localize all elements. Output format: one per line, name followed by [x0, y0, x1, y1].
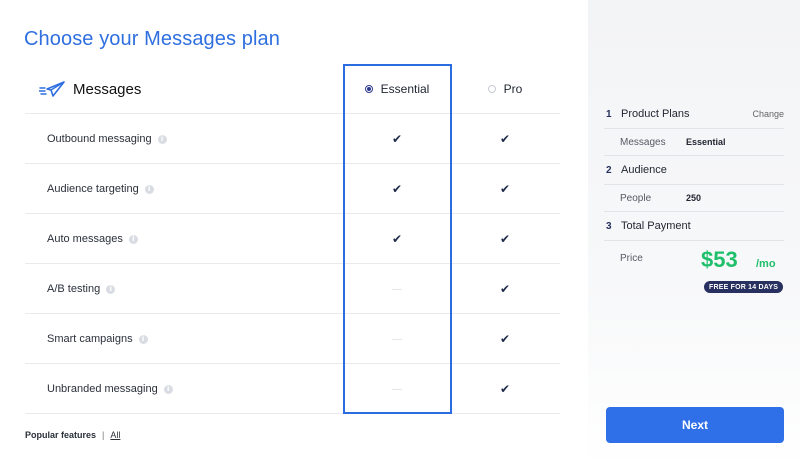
feature-row: A/B testing i — ✔ — [25, 264, 560, 314]
summary-detail-row: Messages Essential — [604, 128, 784, 156]
popular-features-filter[interactable]: Popular features — [25, 430, 96, 440]
checkmark-icon: ✔ — [499, 182, 511, 196]
step-total-payment: 3 Total Payment — [588, 212, 800, 240]
info-icon[interactable]: i — [138, 334, 148, 344]
detail-value: 250 — [686, 193, 702, 203]
plan-selection-panel: Choose your Messages plan Messages Essen… — [0, 0, 588, 468]
checkmark-icon: ✔ — [499, 282, 511, 296]
essential-cell: — — [343, 364, 451, 414]
step-title: Audience — [621, 164, 667, 176]
filter-separator: | — [102, 430, 105, 440]
feature-row: Audience targeting i ✔ ✔ — [25, 164, 560, 214]
feature-name: Unbranded messaging — [47, 383, 158, 395]
essential-cell: — — [343, 314, 451, 364]
product-heading: Messages — [39, 64, 141, 114]
feature-label: Outbound messaging i — [47, 114, 167, 164]
pro-label: Pro — [503, 82, 523, 96]
feature-name: Outbound messaging — [47, 133, 152, 145]
feature-row: Outbound messaging i ✔ ✔ — [25, 114, 560, 164]
pro-cell: ✔ — [455, 164, 555, 214]
feature-name: Auto messages — [47, 233, 123, 245]
feature-name: Smart campaigns — [47, 333, 133, 345]
order-summary-sidebar: 1 Product Plans Change Messages Essentia… — [588, 0, 800, 468]
dash-icon: — — [392, 333, 402, 345]
feature-row: Auto messages i ✔ ✔ — [25, 214, 560, 264]
change-link[interactable]: Change — [752, 109, 784, 119]
price-amount: $53 — [701, 247, 738, 272]
checkmark-icon: ✔ — [391, 132, 403, 146]
feature-row: Smart campaigns i — ✔ — [25, 314, 560, 364]
essential-cell: ✔ — [343, 114, 451, 164]
pro-radio[interactable] — [487, 85, 496, 93]
step-title: Total Payment — [621, 220, 691, 232]
feature-row: Unbranded messaging i — ✔ — [25, 364, 560, 414]
pro-cell: ✔ — [455, 114, 555, 164]
plan-option-pro[interactable]: Pro — [455, 64, 555, 114]
pro-cell: ✔ — [455, 214, 555, 264]
step-product-plans: 1 Product Plans Change — [588, 100, 800, 128]
info-icon[interactable]: i — [128, 234, 138, 244]
essential-label: Essential — [380, 82, 430, 96]
essential-radio[interactable] — [364, 85, 373, 93]
detail-label: Messages — [620, 136, 666, 148]
pro-cell: ✔ — [455, 264, 555, 314]
feature-label: Smart campaigns i — [47, 314, 148, 364]
checkmark-icon: ✔ — [391, 182, 403, 196]
feature-label: A/B testing i — [47, 264, 116, 314]
plan-option-essential[interactable]: Essential — [343, 64, 451, 114]
all-features-link[interactable]: All — [110, 430, 120, 440]
feature-label: Audience targeting i — [47, 164, 154, 214]
feature-label: Unbranded messaging i — [47, 364, 173, 414]
free-trial-badge: FREE FOR 14 DAYS — [704, 281, 784, 293]
plan-comparison-table: Messages Essential Pro Outbound messagin… — [25, 64, 560, 414]
product-name: Messages — [73, 80, 142, 98]
pro-cell: ✔ — [455, 364, 555, 414]
detail-value: Essential — [686, 137, 726, 147]
next-button[interactable]: Next — [606, 407, 784, 443]
info-icon[interactable]: i — [106, 284, 116, 294]
step-number: 3 — [606, 220, 612, 232]
summary-detail-row: People 250 — [604, 184, 784, 212]
info-icon[interactable]: i — [157, 134, 167, 144]
dash-icon: — — [392, 283, 402, 295]
feature-label: Auto messages i — [47, 214, 138, 264]
step-number: 2 — [606, 164, 612, 176]
feature-filter: Popular features | All — [25, 430, 120, 440]
price-label: Price — [620, 253, 643, 264]
step-number: 1 — [606, 108, 612, 120]
essential-cell: ✔ — [343, 164, 451, 214]
step-audience: 2 Audience — [588, 156, 800, 184]
pro-cell: ✔ — [455, 314, 555, 364]
feature-name: Audience targeting — [47, 183, 139, 195]
price-summary: Price $53 /mo FREE FOR 14 DAYS — [604, 240, 784, 302]
checkmark-icon: ✔ — [391, 232, 403, 246]
feature-name: A/B testing — [47, 283, 101, 295]
table-header-row: Messages Essential Pro — [25, 64, 560, 114]
step-title: Product Plans — [621, 108, 690, 120]
dash-icon: — — [392, 383, 402, 395]
checkmark-icon: ✔ — [499, 332, 511, 346]
essential-cell: — — [343, 264, 451, 314]
paper-plane-icon — [39, 81, 65, 97]
page-title: Choose your Messages plan — [24, 28, 280, 50]
checkmark-icon: ✔ — [499, 382, 511, 396]
info-icon[interactable]: i — [163, 384, 173, 394]
checkmark-icon: ✔ — [499, 132, 511, 146]
checkmark-icon: ✔ — [499, 232, 511, 246]
price-unit: /mo — [756, 258, 776, 270]
detail-label: People — [620, 192, 652, 204]
info-icon[interactable]: i — [144, 184, 154, 194]
summary-steps: 1 Product Plans Change Messages Essentia… — [588, 100, 800, 302]
essential-cell: ✔ — [343, 214, 451, 264]
